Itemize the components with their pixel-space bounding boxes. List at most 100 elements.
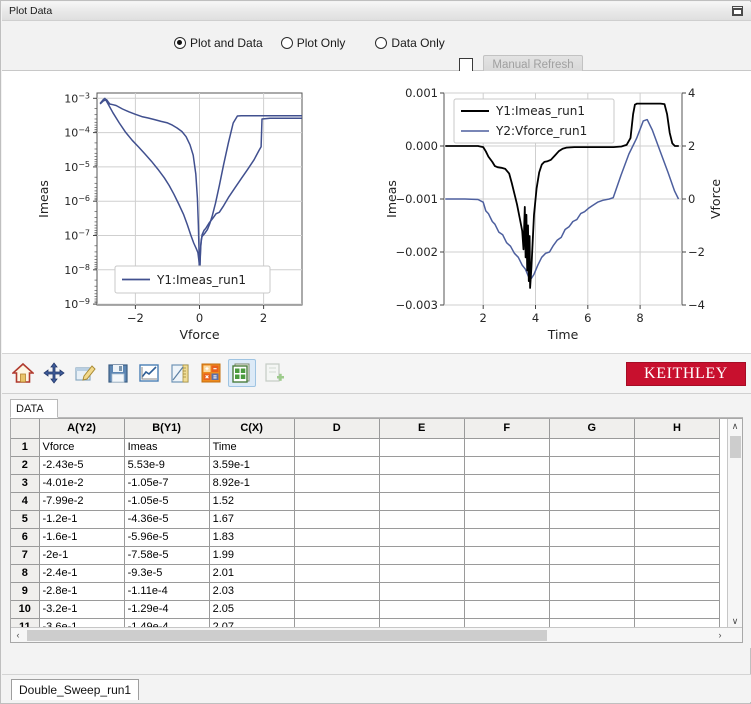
column-header-a[interactable]: A(Y2): [39, 419, 124, 438]
calculator-icon[interactable]: [197, 359, 225, 387]
cell-e[interactable]: [379, 528, 464, 546]
cell-c[interactable]: 2.03: [209, 582, 294, 600]
cell-b[interactable]: -1.05e-5: [124, 492, 209, 510]
cell-f[interactable]: [464, 582, 549, 600]
cell-f[interactable]: [464, 474, 549, 492]
row-number[interactable]: 4: [11, 492, 39, 510]
cell-c[interactable]: Time: [209, 438, 294, 456]
scroll-left-icon[interactable]: ‹: [11, 628, 25, 642]
column-header-e[interactable]: E: [379, 419, 464, 438]
cell-d[interactable]: [294, 564, 379, 582]
cell-d[interactable]: [294, 510, 379, 528]
table-row[interactable]: 5 -1.2e-1 -4.36e-5 1.67: [11, 510, 720, 528]
cell-c[interactable]: 2.01: [209, 564, 294, 582]
cell-a[interactable]: -2.4e-1: [39, 564, 124, 582]
cell-h[interactable]: [634, 582, 719, 600]
table-vertical-scrollbar[interactable]: ∧ ∨: [727, 419, 742, 628]
scroll-right-icon[interactable]: ›: [713, 628, 727, 642]
cell-g[interactable]: [549, 528, 634, 546]
table-row[interactable]: 3 -4.01e-2 -1.05e-7 8.92e-1: [11, 474, 720, 492]
restore-window-icon[interactable]: [732, 6, 744, 17]
cell-b[interactable]: -4.36e-5: [124, 510, 209, 528]
cell-h[interactable]: [634, 456, 719, 474]
row-number[interactable]: 8: [11, 564, 39, 582]
cell-h[interactable]: [634, 492, 719, 510]
cell-a[interactable]: Vforce: [39, 438, 124, 456]
cell-a[interactable]: -1.2e-1: [39, 510, 124, 528]
tab-data[interactable]: DATA: [10, 399, 58, 418]
cell-d[interactable]: [294, 528, 379, 546]
cell-d[interactable]: [294, 600, 379, 618]
column-header-d[interactable]: D: [294, 419, 379, 438]
cell-d[interactable]: [294, 438, 379, 456]
cell-g[interactable]: [549, 474, 634, 492]
cell-g[interactable]: [549, 438, 634, 456]
auto-refresh-checkbox[interactable]: [459, 58, 473, 72]
cell-f[interactable]: [464, 564, 549, 582]
cell-b[interactable]: 5.53e-9: [124, 456, 209, 474]
cell-e[interactable]: [379, 492, 464, 510]
cell-g[interactable]: [549, 510, 634, 528]
cell-c[interactable]: 1.83: [209, 528, 294, 546]
row-number[interactable]: 1: [11, 438, 39, 456]
cell-b[interactable]: -7.58e-5: [124, 546, 209, 564]
cell-a[interactable]: -1.6e-1: [39, 528, 124, 546]
cell-b[interactable]: -1.05e-7: [124, 474, 209, 492]
cell-e[interactable]: [379, 582, 464, 600]
chart-imeas-vforce-vs-time[interactable]: 0.001 0.000 −0.001 −0.002 −0.003 4 2: [372, 71, 751, 354]
column-header-h[interactable]: H: [634, 419, 719, 438]
cell-h[interactable]: [634, 438, 719, 456]
cell-g[interactable]: [549, 600, 634, 618]
cell-e[interactable]: [379, 510, 464, 528]
cell-g[interactable]: [549, 492, 634, 510]
radio-plot-and-data[interactable]: Plot and Data: [174, 36, 263, 50]
cell-c[interactable]: 1.52: [209, 492, 294, 510]
data-sheet[interactable]: A(Y2) B(Y1) C(X) D E F G H 1 Vforce Imea: [10, 418, 743, 643]
chart-imeas-vs-vforce[interactable]: 10−3 10−4 10−5 10−6 10−7 10−8 10−9: [2, 71, 372, 354]
add-sheet-icon[interactable]: [260, 359, 288, 387]
cell-e[interactable]: [379, 456, 464, 474]
cell-h[interactable]: [634, 528, 719, 546]
cell-d[interactable]: [294, 582, 379, 600]
row-number[interactable]: 9: [11, 582, 39, 600]
measure-ruler-icon[interactable]: [166, 359, 194, 387]
table-row[interactable]: 7 -2e-1 -7.58e-5 1.99: [11, 546, 720, 564]
cell-c[interactable]: 1.67: [209, 510, 294, 528]
cell-f[interactable]: [464, 492, 549, 510]
cell-c[interactable]: 2.05: [209, 600, 294, 618]
table-row[interactable]: 9 -2.8e-1 -1.11e-4 2.03: [11, 582, 720, 600]
table-row[interactable]: 10 -3.2e-1 -1.29e-4 2.05: [11, 600, 720, 618]
scroll-down-icon[interactable]: ∨: [728, 614, 742, 628]
home-icon[interactable]: [9, 359, 37, 387]
cell-e[interactable]: [379, 546, 464, 564]
cell-a[interactable]: -2.43e-5: [39, 456, 124, 474]
cell-d[interactable]: [294, 456, 379, 474]
cell-g[interactable]: [549, 456, 634, 474]
table-row[interactable]: 8 -2.4e-1 -9.3e-5 2.01: [11, 564, 720, 582]
table-row[interactable]: 1 Vforce Imeas Time: [11, 438, 720, 456]
cell-g[interactable]: [549, 582, 634, 600]
row-number[interactable]: 2: [11, 456, 39, 474]
scroll-up-icon[interactable]: ∧: [728, 419, 742, 433]
cell-c[interactable]: 1.99: [209, 546, 294, 564]
cell-g[interactable]: [549, 564, 634, 582]
cell-h[interactable]: [634, 564, 719, 582]
table-row[interactable]: 6 -1.6e-1 -5.96e-5 1.83: [11, 528, 720, 546]
plot-chart-icon[interactable]: [135, 359, 163, 387]
cell-a[interactable]: -2.8e-1: [39, 582, 124, 600]
cell-f[interactable]: [464, 528, 549, 546]
cell-b[interactable]: -9.3e-5: [124, 564, 209, 582]
radio-data-only[interactable]: Data Only: [375, 36, 444, 50]
cell-e[interactable]: [379, 564, 464, 582]
radio-plot-only[interactable]: Plot Only: [281, 36, 346, 50]
cell-f[interactable]: [464, 546, 549, 564]
cell-d[interactable]: [294, 492, 379, 510]
cell-b[interactable]: Imeas: [124, 438, 209, 456]
row-number[interactable]: 6: [11, 528, 39, 546]
cell-g[interactable]: [549, 546, 634, 564]
cell-a[interactable]: -3.2e-1: [39, 600, 124, 618]
cell-c[interactable]: 8.92e-1: [209, 474, 294, 492]
column-header-f[interactable]: F: [464, 419, 549, 438]
column-header-c[interactable]: C(X): [209, 419, 294, 438]
table-row[interactable]: 2 -2.43e-5 5.53e-9 3.59e-1: [11, 456, 720, 474]
